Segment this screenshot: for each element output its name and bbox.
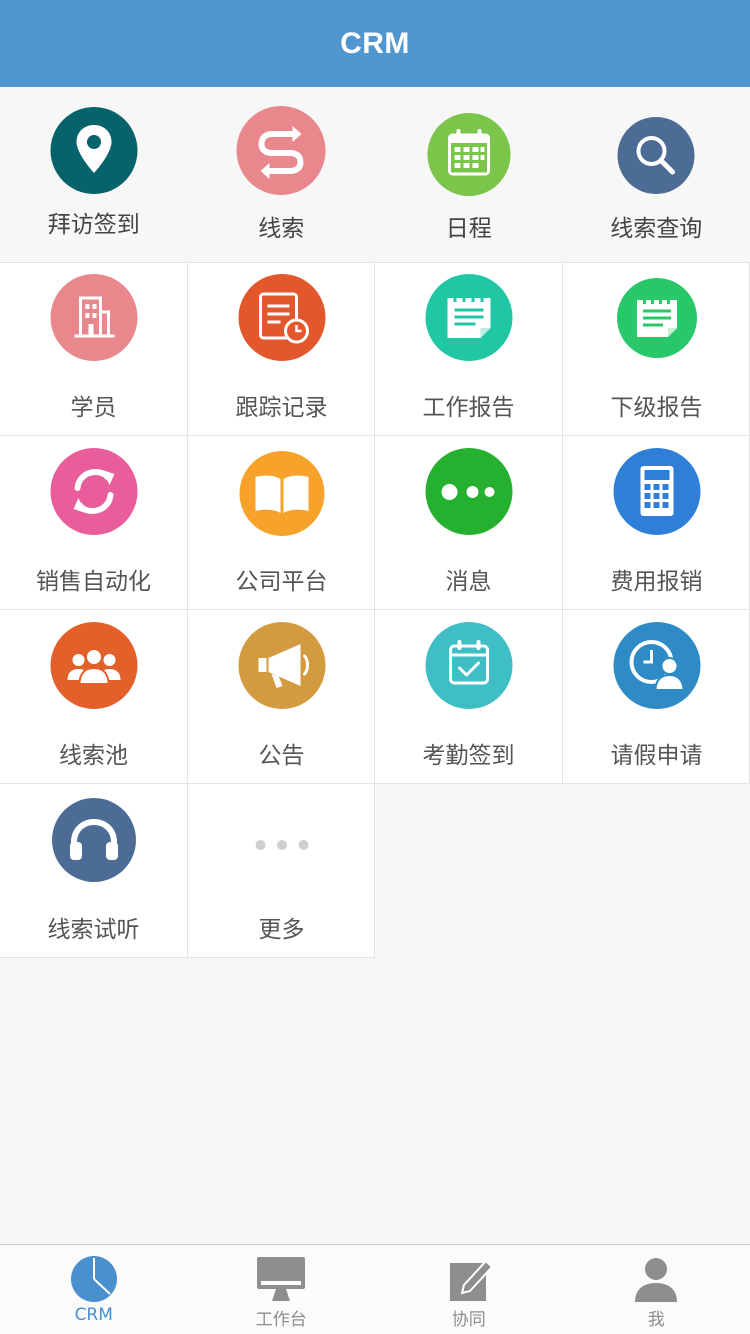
person-icon <box>631 1255 681 1303</box>
clock-person-icon <box>613 622 700 709</box>
grid-divider <box>187 262 188 958</box>
calendar-check-icon <box>425 622 512 709</box>
tab-crm[interactable]: CRM <box>0 1245 188 1334</box>
tab-workbench[interactable]: 工作台 <box>188 1245 376 1334</box>
quick-action-label: 线索 <box>258 216 305 242</box>
module-label: 工作报告 <box>422 395 515 421</box>
tab-collaboration[interactable]: 协同 <box>375 1245 563 1334</box>
more-dots-icon <box>238 796 325 883</box>
grid-divider <box>0 262 750 263</box>
grid-divider <box>0 783 750 784</box>
module-label: 消息 <box>445 569 492 595</box>
module-label: 公司平台 <box>235 569 328 595</box>
quick-action-schedule[interactable]: 日程 <box>375 87 563 262</box>
module-attendance-checkin[interactable]: 考勤签到 <box>375 610 562 783</box>
tab-label: 我 <box>647 1310 665 1330</box>
search-icon <box>617 117 695 194</box>
grid-divider <box>562 262 563 784</box>
tab-label: CRM <box>74 1305 113 1325</box>
tab-label: 协同 <box>451 1310 486 1330</box>
module-label: 费用报销 <box>610 569 703 595</box>
group-icon <box>50 622 137 709</box>
open-book-icon <box>239 451 324 536</box>
module-label: 销售自动化 <box>36 569 151 595</box>
building-icon <box>50 274 137 361</box>
location-pin-icon <box>50 107 138 194</box>
module-label: 更多 <box>258 917 305 943</box>
module-more[interactable]: 更多 <box>188 784 375 957</box>
module-label: 线索试听 <box>47 917 140 943</box>
grid-divider <box>374 262 375 958</box>
module-announcements[interactable]: 公告 <box>188 610 375 783</box>
module-label: 线索池 <box>59 743 128 769</box>
calendar-icon <box>427 113 511 196</box>
notepad-icon <box>616 278 697 358</box>
notepad-icon <box>425 274 512 361</box>
edit-pencil-icon <box>444 1255 494 1303</box>
module-leave-request[interactable]: 请假申请 <box>563 610 750 783</box>
megaphone-icon <box>238 622 325 709</box>
module-lead-trial[interactable]: 线索试听 <box>0 784 187 957</box>
module-company-platform[interactable]: 公司平台 <box>188 436 375 609</box>
grid-divider <box>0 609 750 610</box>
module-label: 跟踪记录 <box>235 395 328 421</box>
module-expense-reimbursement[interactable]: 费用报销 <box>563 436 750 609</box>
calculator-icon <box>613 448 700 535</box>
module-label: 考勤签到 <box>422 743 515 769</box>
chat-dots-icon <box>425 448 512 535</box>
document-clock-icon <box>238 274 325 361</box>
module-lead-pool[interactable]: 线索池 <box>0 610 187 783</box>
quick-action-label: 日程 <box>445 216 492 242</box>
page-title: CRM <box>340 26 410 60</box>
navigation-bar: CRM <box>0 0 750 87</box>
monitor-icon <box>256 1255 306 1303</box>
headphones-icon <box>51 798 136 882</box>
quick-action-label: 线索查询 <box>610 216 703 242</box>
module-work-report[interactable]: 工作报告 <box>375 262 562 435</box>
module-sales-automation[interactable]: 销售自动化 <box>0 436 187 609</box>
pie-chart-icon <box>69 1255 119 1303</box>
module-tracking-records[interactable]: 跟踪记录 <box>188 262 375 435</box>
grid-divider <box>0 435 750 436</box>
module-label: 请假申请 <box>610 743 703 769</box>
quick-actions-row: 拜访签到 线索 日程 线索查询 <box>0 87 750 262</box>
bottom-tab-bar: CRM 工作台 协同 我 <box>0 1244 750 1334</box>
refresh-arrows-icon <box>50 448 137 535</box>
quick-action-lead-search[interactable]: 线索查询 <box>563 87 750 262</box>
quick-action-visit-checkin[interactable]: 拜访签到 <box>0 87 188 262</box>
route-arrows-icon <box>236 106 326 195</box>
module-label: 学员 <box>70 395 117 421</box>
module-students[interactable]: 学员 <box>0 262 187 435</box>
module-messages[interactable]: 消息 <box>375 436 562 609</box>
quick-action-leads[interactable]: 线索 <box>188 87 376 262</box>
module-label: 下级报告 <box>610 395 703 421</box>
tab-me[interactable]: 我 <box>563 1245 750 1334</box>
module-subordinate-report[interactable]: 下级报告 <box>563 262 750 435</box>
tab-label: 工作台 <box>255 1310 307 1330</box>
module-label: 公告 <box>258 743 305 769</box>
quick-action-label: 拜访签到 <box>47 212 140 238</box>
